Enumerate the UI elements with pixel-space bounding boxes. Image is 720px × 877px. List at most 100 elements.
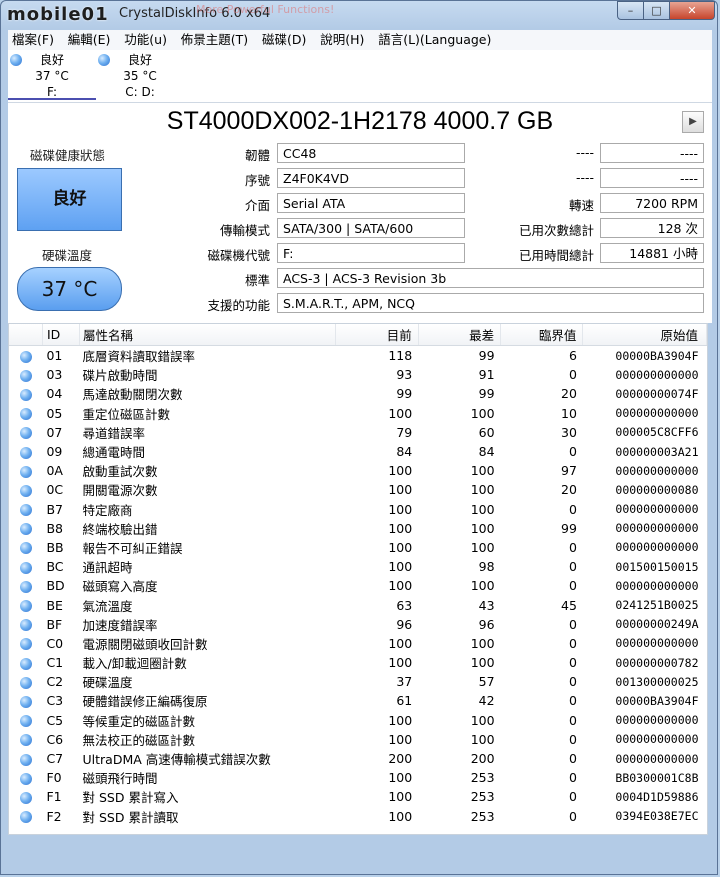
attr-current: 61 <box>396 693 413 709</box>
attr-worst: 42 <box>478 693 495 709</box>
menu-theme[interactable]: 佈景主題(T) <box>177 30 252 50</box>
close-button[interactable]: ✕ <box>669 1 715 20</box>
table-row[interactable]: BC 通訊超時 100 98 0 001500150015 <box>9 557 707 576</box>
status-good-icon <box>19 504 32 517</box>
attr-raw-value: 0004D1D59886 <box>615 789 699 804</box>
attr-name: 無法校正的磁區計數 <box>82 732 196 748</box>
menu-help[interactable]: 說明(H) <box>316 30 368 50</box>
attr-name: 碟片啟動時間 <box>82 368 158 384</box>
header-raw-value[interactable]: 原始值 <box>582 324 707 346</box>
next-disk-arrow-icon[interactable]: ▶ <box>682 111 704 133</box>
header-attribute-name[interactable]: 屬性名稱 <box>79 324 337 346</box>
attr-id: BD <box>46 578 65 594</box>
attr-threshold: 0 <box>568 731 577 747</box>
table-row[interactable]: F0 磁頭飛行時間 100 253 0 BB0300001C8B <box>9 768 707 787</box>
status-cell <box>9 615 42 634</box>
attr-id: 03 <box>46 367 63 383</box>
attr-id: F1 <box>46 789 62 805</box>
table-row[interactable]: C5 等候重定的磁區計數 100 100 0 000000000000 <box>9 711 707 730</box>
table-row[interactable]: C0 電源關閉磁頭收回計數 100 100 0 000000000000 <box>9 634 707 653</box>
table-row[interactable]: 01 底層資料讀取錯誤率 118 99 6 00000BA3904F <box>9 346 707 366</box>
features-label: 支援的功能 <box>207 298 270 313</box>
menu-edit[interactable]: 編輯(E) <box>64 30 115 50</box>
attr-worst: 96 <box>478 616 495 632</box>
attr-name: 總通電時間 <box>82 445 146 461</box>
attr-threshold: 0 <box>568 655 577 671</box>
menu-file[interactable]: 檔案(F) <box>8 30 58 50</box>
header-worst[interactable]: 最差 <box>418 324 502 346</box>
title-bar: mobile01 CrystalDiskInfo 6.0 x64 More Po… <box>1 1 719 29</box>
header-id[interactable]: ID <box>42 324 81 346</box>
drive-tab-f[interactable]: 良好 37 °C F: <box>8 52 96 100</box>
status-good-icon <box>19 619 32 632</box>
health-status-button[interactable]: 良好 <box>17 168 122 231</box>
menu-function[interactable]: 功能(u) <box>120 30 171 50</box>
attr-threshold: 20 <box>561 482 577 498</box>
table-row[interactable]: 03 碟片啟動時間 93 91 0 000000000000 <box>9 365 707 384</box>
attr-id: C0 <box>46 635 64 651</box>
attr-raw-value: 00000000249A <box>615 617 699 632</box>
table-row[interactable]: BE 氣流溫度 63 43 45 0241251B0025 <box>9 595 707 614</box>
minimize-button[interactable]: – <box>617 1 644 20</box>
attr-worst: 57 <box>478 674 495 690</box>
attr-id: F2 <box>46 808 62 824</box>
attr-current: 100 <box>388 655 413 671</box>
status-cell <box>9 404 42 423</box>
table-row[interactable]: BF 加速度錯誤率 96 96 0 00000000249A <box>9 615 707 634</box>
standard-label: 標準 <box>244 273 270 288</box>
table-row[interactable]: C7 UltraDMA 高速傳輸模式錯誤次數 200 200 0 000000000000 <box>9 749 707 768</box>
power-count-label: 已用次數總計 <box>518 223 594 238</box>
power-hours-label: 已用時間總計 <box>518 248 594 263</box>
table-row[interactable]: 09 總通電時間 84 84 0 000000003A21 <box>9 442 707 461</box>
status-good-icon <box>19 638 32 651</box>
attr-name: 硬體錯誤修正編碼復原 <box>82 694 208 710</box>
status-cell <box>9 787 42 806</box>
table-row[interactable]: F2 對 SSD 累計讀取 100 253 0 0394E038E7EC <box>9 807 707 826</box>
attr-worst: 100 <box>470 539 495 555</box>
attr-raw-value: 000000000000 <box>615 540 699 555</box>
status-cell <box>9 384 42 403</box>
unused-label-2: ---- <box>575 170 594 185</box>
table-row[interactable]: C3 硬體錯誤修正編碼復原 61 42 0 00000BA3904F <box>9 691 707 710</box>
attr-raw-value: 000000000000 <box>615 521 699 536</box>
attr-threshold: 0 <box>568 808 577 824</box>
attr-current: 100 <box>388 482 413 498</box>
attr-threshold: 0 <box>568 444 577 460</box>
menu-language[interactable]: 語言(L)(Language) <box>374 30 495 50</box>
table-row[interactable]: 04 馬達啟動關閉次數 99 99 20 00000000074F <box>9 384 707 403</box>
health-label: 磁碟健康狀態 <box>30 148 106 163</box>
header-status[interactable] <box>9 324 43 346</box>
smart-attributes-table[interactable]: ID 屬性名稱 目前 最差 臨界值 原始值 01 底層資料讀取錯誤率 118 99 6 0… <box>8 323 708 835</box>
table-row[interactable]: C6 無法校正的磁區計數 100 100 0 000000000000 <box>9 730 707 749</box>
status-good-icon <box>19 600 32 613</box>
firmware-label: 韌體 <box>244 148 270 163</box>
table-row[interactable]: 0A 啟動重試次數 100 100 97 000000000000 <box>9 461 707 480</box>
attr-current: 100 <box>388 559 413 575</box>
title-ad-banner[interactable]: More Powerful Functions! <box>196 3 334 16</box>
status-good-icon <box>19 465 32 478</box>
drive-tab-c[interactable]: 良好 35 °C C: D: <box>96 52 184 100</box>
attr-threshold: 99 <box>561 520 577 536</box>
maximize-button[interactable]: □ <box>643 1 670 20</box>
table-row[interactable]: 05 重定位磁區計數 100 100 10 000000000000 <box>9 404 707 423</box>
table-row[interactable]: F1 對 SSD 累計寫入 100 253 0 0004D1D59886 <box>9 787 707 806</box>
temperature-button[interactable]: 37 °C <box>17 267 122 311</box>
attr-worst: 100 <box>470 463 495 479</box>
attr-id: 0C <box>46 482 64 498</box>
table-row[interactable]: B7 特定廠商 100 100 0 000000000000 <box>9 500 707 519</box>
table-row[interactable]: 0C 開關電源次數 100 100 20 000000000080 <box>9 480 707 499</box>
table-row[interactable]: C1 載入/卸載迴圈計數 100 100 0 000000000782 <box>9 653 707 672</box>
table-row[interactable]: BB 報告不可糾正錯誤 100 100 0 000000000000 <box>9 538 707 557</box>
header-current[interactable]: 目前 <box>335 324 419 346</box>
attr-id: BE <box>46 597 63 613</box>
table-row[interactable]: C2 硬碟溫度 37 57 0 001300000025 <box>9 672 707 691</box>
attr-current: 100 <box>388 405 413 421</box>
menu-disk[interactable]: 磁碟(D) <box>258 30 310 50</box>
table-row[interactable]: 07 尋道錯誤率 79 60 30 000005C8CFF6 <box>9 423 707 442</box>
header-threshold[interactable]: 臨界值 <box>500 324 584 346</box>
attr-current: 100 <box>388 731 413 747</box>
table-row[interactable]: BD 磁頭寫入高度 100 100 0 000000000000 <box>9 576 707 595</box>
table-row[interactable]: B8 終端校驗出錯 100 100 99 000000000000 <box>9 519 707 538</box>
attr-id: C2 <box>46 674 64 690</box>
attr-worst: 60 <box>478 424 495 440</box>
